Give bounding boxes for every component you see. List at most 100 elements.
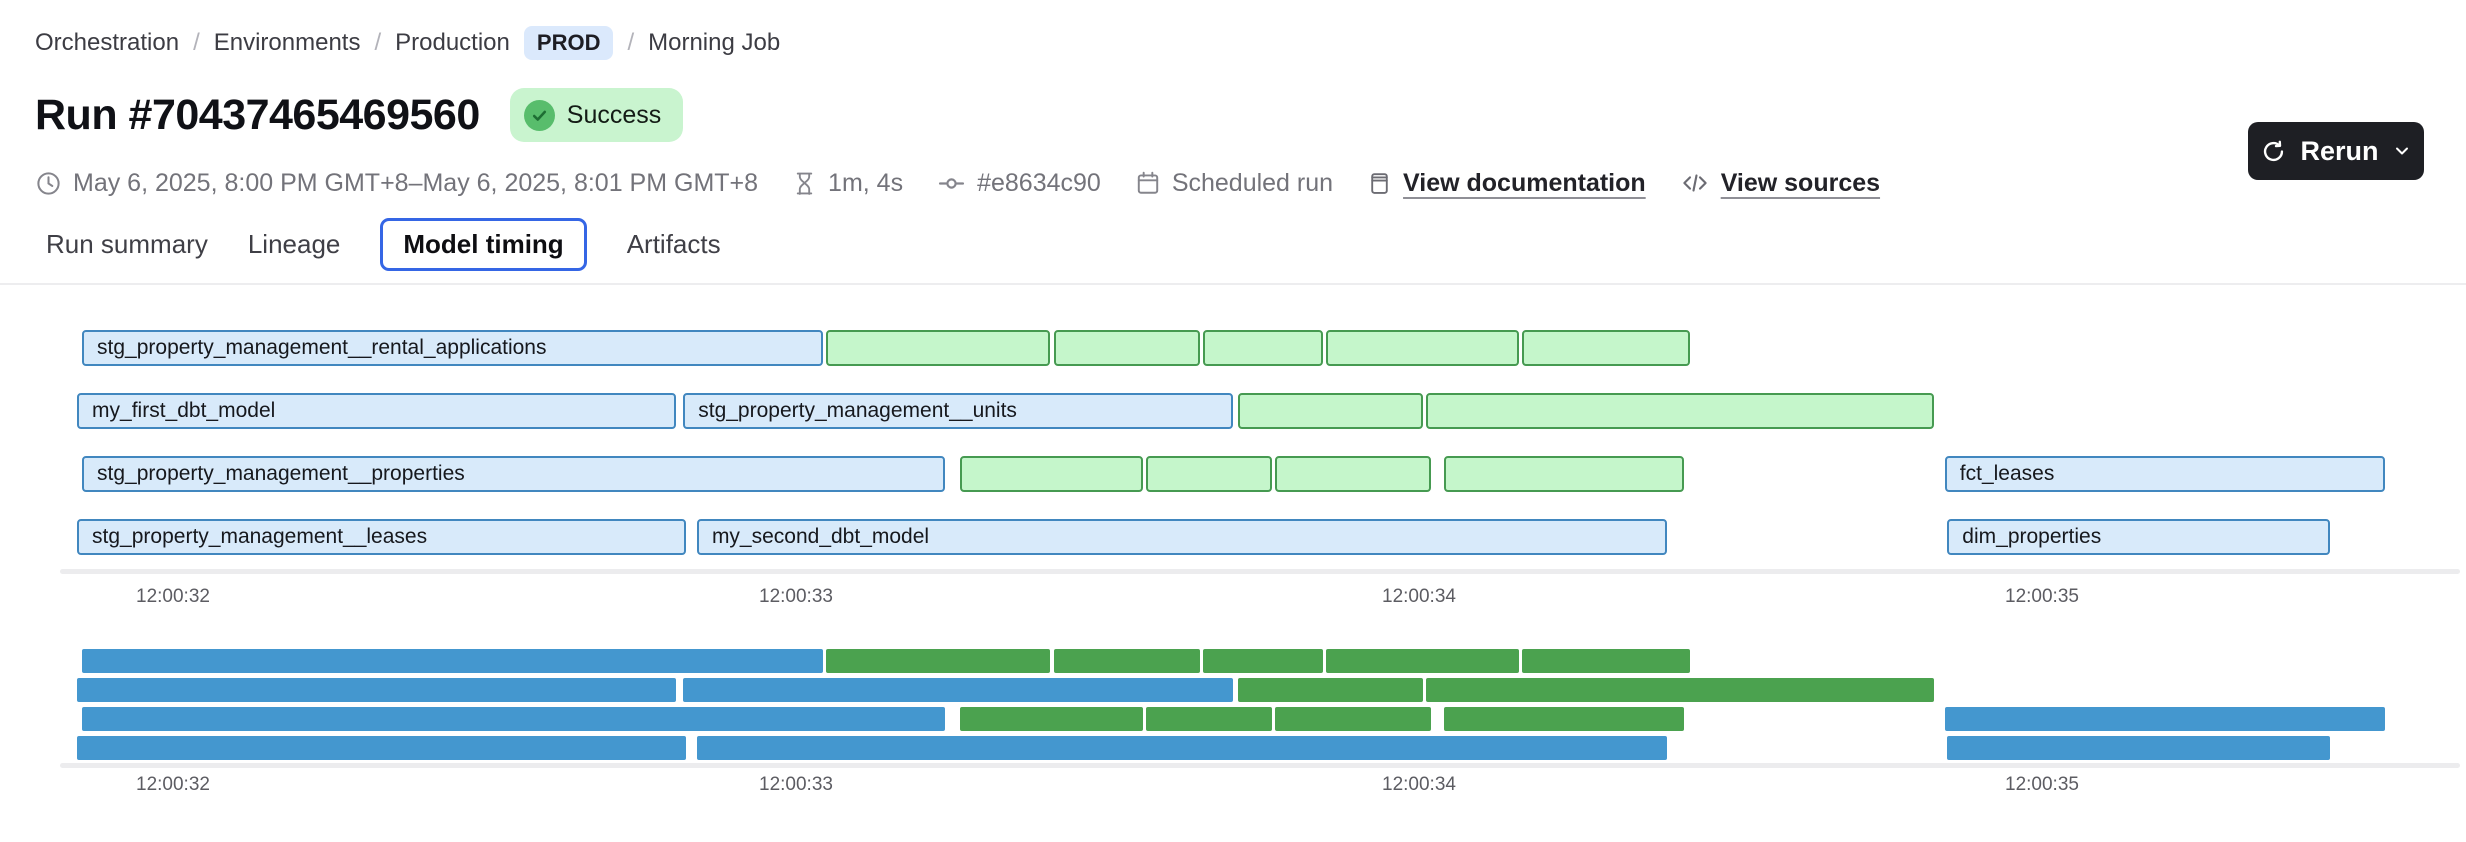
minimap-bar	[1947, 736, 2330, 760]
run-duration-text: 1m, 4s	[828, 169, 903, 198]
timing-bar[interactable]	[1522, 330, 1690, 366]
tab-artifacts[interactable]: Artifacts	[627, 218, 721, 271]
view-sources-link[interactable]: View sources	[1721, 169, 1880, 198]
timing-bar[interactable]	[960, 456, 1143, 492]
refresh-icon	[2260, 138, 2287, 165]
run-time-range-text: May 6, 2025, 8:00 PM GMT+8–May 6, 2025, …	[73, 169, 758, 198]
status-badge-label: Success	[567, 101, 661, 130]
chevron-down-icon	[2392, 141, 2412, 161]
minimap-bar	[697, 736, 1667, 760]
timing-bar[interactable]	[1326, 330, 1519, 366]
minimap-bar	[1444, 707, 1684, 731]
axis-tick-label: 12:00:34	[1382, 774, 1456, 796]
trigger-type: Scheduled run	[1135, 169, 1333, 198]
minimap-bar	[82, 649, 823, 673]
commit-icon	[937, 169, 966, 198]
documentation-icon	[1367, 171, 1392, 196]
tab-bar-divider	[0, 283, 2466, 285]
tab-lineage[interactable]: Lineage	[248, 218, 341, 271]
scrollbar-track	[60, 569, 2460, 574]
commit-ref: #e8634c90	[937, 169, 1101, 198]
minimap-bar	[683, 678, 1232, 702]
axis-tick-label: 12:00:32	[136, 774, 210, 796]
clock-icon	[35, 170, 62, 197]
timing-bar[interactable]	[1238, 393, 1423, 429]
status-badge: Success	[510, 88, 683, 142]
trigger-type-text: Scheduled run	[1172, 169, 1333, 198]
view-documentation[interactable]: View documentation	[1367, 169, 1646, 198]
breadcrumb-production[interactable]: Production	[395, 29, 510, 57]
breadcrumb-environments[interactable]: Environments	[214, 29, 361, 57]
breadcrumb-separator: /	[374, 29, 381, 57]
timing-bar-label: dim_properties	[1949, 521, 2328, 552]
minimap-bar	[1146, 707, 1272, 731]
timing-bar[interactable]: dim_properties	[1947, 519, 2330, 555]
timing-bar[interactable]: stg_property_management__properties	[82, 456, 945, 492]
axis-tick-label: 12:00:32	[136, 586, 210, 608]
page-title: Run #70437465469560	[35, 91, 480, 140]
calendar-icon	[1135, 170, 1161, 196]
timing-bar[interactable]	[826, 330, 1050, 366]
minimap-bar	[1054, 649, 1200, 673]
timing-bar[interactable]	[1203, 330, 1323, 366]
hourglass-icon	[792, 171, 817, 196]
tab-model-timing[interactable]: Model timing	[380, 218, 586, 271]
breadcrumb-separator: /	[627, 29, 634, 57]
timing-bar[interactable]	[1275, 456, 1431, 492]
code-icon	[1680, 168, 1710, 198]
timing-bar[interactable]	[1146, 456, 1272, 492]
breadcrumb-separator: /	[193, 29, 200, 57]
minimap-bar	[1945, 707, 2385, 731]
run-detail-page: Orchestration / Environments / Productio…	[0, 0, 2466, 842]
axis-tick-label: 12:00:35	[2005, 586, 2079, 608]
run-metadata-row: May 6, 2025, 8:00 PM GMT+8–May 6, 2025, …	[35, 168, 1880, 198]
rerun-button-label: Rerun	[2300, 136, 2378, 167]
environment-badge: PROD	[524, 26, 614, 60]
rerun-button[interactable]: Rerun	[2248, 122, 2424, 180]
minimap-bar	[1326, 649, 1519, 673]
title-row: Run #70437465469560 Success	[35, 88, 683, 142]
timing-bar-label: fct_leases	[1947, 458, 2383, 489]
timing-bar[interactable]: my_first_dbt_model	[77, 393, 676, 429]
run-time-range: May 6, 2025, 8:00 PM GMT+8–May 6, 2025, …	[35, 169, 758, 198]
timing-bar-label: my_first_dbt_model	[79, 395, 674, 426]
timing-bar[interactable]: stg_property_management__units	[683, 393, 1232, 429]
breadcrumb-morning-job[interactable]: Morning Job	[648, 29, 780, 57]
tab-bar: Run summary Lineage Model timing Artifac…	[46, 218, 721, 271]
breadcrumb-orchestration[interactable]: Orchestration	[35, 29, 179, 57]
scrollbar-track	[60, 763, 2460, 768]
view-sources[interactable]: View sources	[1680, 168, 1880, 198]
commit-ref-text: #e8634c90	[977, 169, 1101, 198]
minimap-bar	[826, 649, 1050, 673]
minimap-bar	[960, 707, 1143, 731]
axis-tick-label: 12:00:33	[759, 586, 833, 608]
timing-bar[interactable]: my_second_dbt_model	[697, 519, 1667, 555]
view-documentation-link[interactable]: View documentation	[1403, 169, 1646, 198]
minimap-bar	[1275, 707, 1431, 731]
success-check-icon	[524, 100, 555, 131]
timing-bar[interactable]	[1444, 456, 1684, 492]
timing-bar-label: stg_property_management__rental_applicat…	[84, 332, 821, 363]
timing-bar-label: stg_property_management__properties	[84, 458, 943, 489]
timing-bar[interactable]	[1054, 330, 1200, 366]
breadcrumb: Orchestration / Environments / Productio…	[35, 26, 780, 60]
axis-tick-label: 12:00:33	[759, 774, 833, 796]
timing-bar-label: stg_property_management__leases	[79, 521, 684, 552]
minimap-bar	[1426, 678, 1934, 702]
tab-run-summary[interactable]: Run summary	[46, 218, 208, 271]
minimap-bar	[1522, 649, 1690, 673]
minimap-bar	[77, 678, 676, 702]
timing-bar[interactable]: stg_property_management__rental_applicat…	[82, 330, 823, 366]
minimap-bar	[1238, 678, 1423, 702]
timing-bar-label: my_second_dbt_model	[699, 521, 1665, 552]
minimap-bar	[77, 736, 686, 760]
timing-bar[interactable]: fct_leases	[1945, 456, 2385, 492]
minimap-bar	[82, 707, 945, 731]
timing-bar[interactable]	[1426, 393, 1934, 429]
axis-tick-label: 12:00:35	[2005, 774, 2079, 796]
minimap-bar	[1203, 649, 1323, 673]
timing-bar[interactable]: stg_property_management__leases	[77, 519, 686, 555]
run-duration: 1m, 4s	[792, 169, 903, 198]
axis-tick-label: 12:00:34	[1382, 586, 1456, 608]
timing-bar-label: stg_property_management__units	[685, 395, 1230, 426]
